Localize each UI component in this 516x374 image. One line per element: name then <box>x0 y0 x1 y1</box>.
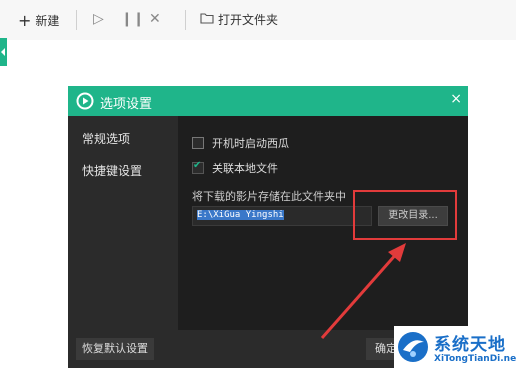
watermark-logo-icon <box>396 330 430 364</box>
toolbar-divider <box>76 10 77 30</box>
reset-defaults-button[interactable]: 恢复默认设置 <box>76 338 154 360</box>
toolbar-divider <box>185 10 186 30</box>
startup-option-label: 开机时启动西瓜 <box>212 137 289 150</box>
new-label: 新建 <box>35 14 60 28</box>
download-path-value: E:\XiGua Yingshi <box>197 210 284 220</box>
main-toolbar: + 新建 ▷ ❙❙ ✕ 打开文件夹 <box>0 0 516 40</box>
close-icon: ✕ <box>149 11 161 27</box>
dialog-title: 选项设置 <box>100 97 153 112</box>
download-folder-label: 将下载的影片存储在此文件夹中 <box>192 190 346 203</box>
new-button[interactable]: + 新建 <box>18 11 59 30</box>
startup-option[interactable]: 开机时启动西瓜 <box>192 135 289 151</box>
nav-item-general[interactable]: 常规选项 <box>82 130 130 147</box>
associate-files-label: 关联本地文件 <box>212 162 278 175</box>
associate-files-option[interactable]: 关联本地文件 <box>192 160 278 176</box>
dialog-header: 选项设置 × <box>68 86 468 116</box>
pause-icon: ❙❙ <box>121 11 145 27</box>
annotation-highlight-box <box>353 190 457 240</box>
stop-button[interactable]: ✕ <box>149 11 161 27</box>
nav-item-shortcuts[interactable]: 快捷键设置 <box>82 162 142 179</box>
play-button[interactable]: ▷ <box>93 11 104 27</box>
close-icon[interactable]: × <box>450 91 462 107</box>
open-folder-button[interactable]: 打开文件夹 <box>200 11 278 28</box>
folder-icon <box>200 12 214 27</box>
associate-files-checkbox[interactable] <box>192 160 204 174</box>
watermark: 系统天地 XiTongTianDi.net <box>394 326 516 374</box>
play-icon: ▷ <box>93 11 104 27</box>
pause-button[interactable]: ❙❙ <box>121 11 144 27</box>
open-folder-label: 打开文件夹 <box>218 13 279 27</box>
watermark-chinese-text: 系统天地 <box>434 335 506 355</box>
download-path-field[interactable]: E:\XiGua Yingshi <box>192 206 372 226</box>
sidebar-toggle[interactable] <box>0 38 7 66</box>
app-logo-icon <box>76 92 94 110</box>
watermark-english-text: XiTongTianDi.net <box>434 354 516 364</box>
plus-icon: + <box>18 11 32 30</box>
startup-checkbox[interactable] <box>192 137 204 149</box>
settings-nav: 常规选项 快捷键设置 <box>68 116 178 330</box>
